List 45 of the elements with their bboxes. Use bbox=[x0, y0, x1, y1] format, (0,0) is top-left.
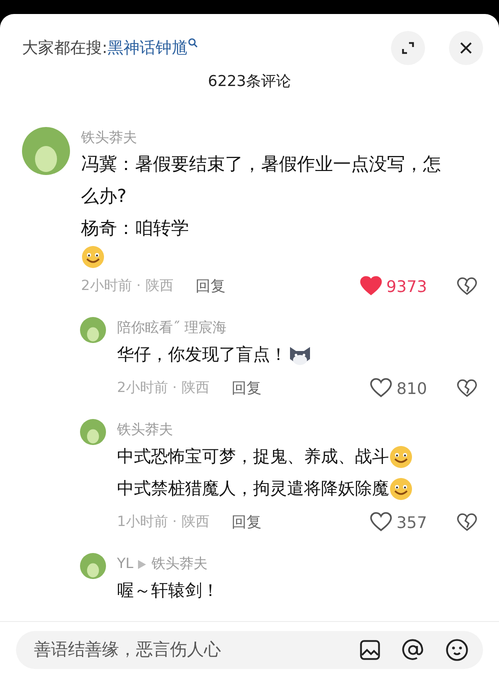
heart-icon bbox=[360, 276, 382, 296]
like-button[interactable]: 9373 bbox=[360, 276, 427, 296]
heart-icon bbox=[370, 378, 392, 398]
comment-field[interactable]: 善语结善缘，恶言伤人心 bbox=[16, 631, 483, 669]
comment-text: 华仔，你发现了盲点！ bbox=[117, 344, 287, 367]
smile-emoji-icon bbox=[81, 245, 105, 269]
emoji-icon[interactable] bbox=[445, 638, 469, 662]
reply-button[interactable]: 回复 bbox=[231, 378, 262, 398]
like-button[interactable]: 810 bbox=[370, 378, 427, 398]
comment-text: 中式禁桩猎魔人，拘灵遣将降妖除魔 bbox=[117, 478, 389, 501]
caret-icon bbox=[138, 560, 146, 568]
image-icon[interactable] bbox=[359, 639, 381, 661]
comment-input[interactable]: 善语结善缘，恶言伤人心 bbox=[32, 639, 339, 661]
comment-text: 冯冀：暑假要结束了，暑假作业一点没写，怎么办? bbox=[81, 153, 442, 209]
close-button[interactable] bbox=[449, 31, 483, 65]
dislike-button[interactable] bbox=[457, 512, 477, 532]
smile-emoji-icon bbox=[389, 477, 413, 501]
avatar bbox=[80, 419, 106, 445]
comment-text: 中式恐怖宝可梦，捉鬼、养成、战斗 bbox=[117, 446, 389, 469]
comment-count: 6223条评论 bbox=[208, 72, 292, 91]
search-label: 大家都在搜: bbox=[22, 38, 108, 58]
comment-text: 喔～轩辕剑！ bbox=[117, 580, 219, 603]
search-link[interactable]: 黑神话钟馗 bbox=[107, 38, 198, 58]
time-location: 1小时前 · 陕西 bbox=[117, 513, 210, 531]
broken-heart-icon bbox=[457, 512, 477, 532]
broken-heart-icon bbox=[457, 276, 477, 296]
avatar bbox=[22, 127, 70, 175]
avatar bbox=[80, 553, 106, 579]
like-button[interactable]: 357 bbox=[370, 512, 427, 532]
reply-button[interactable]: 回复 bbox=[195, 276, 226, 296]
expand-button[interactable] bbox=[391, 31, 425, 65]
mention-icon[interactable] bbox=[401, 638, 425, 662]
time-location: 2小时前 · 陕西 bbox=[81, 277, 174, 295]
expand-icon bbox=[401, 41, 415, 55]
dislike-button[interactable] bbox=[457, 378, 477, 398]
search-icon bbox=[188, 38, 198, 48]
broken-heart-icon bbox=[457, 378, 477, 398]
heart-icon bbox=[370, 512, 392, 532]
smile-emoji-icon bbox=[389, 445, 413, 469]
dislike-button[interactable] bbox=[457, 276, 477, 296]
reply-button[interactable]: 回复 bbox=[231, 512, 262, 532]
time-location: 2小时前 · 陕西 bbox=[117, 379, 210, 397]
close-icon bbox=[459, 41, 473, 55]
avatar bbox=[80, 317, 106, 343]
comment-text: 杨奇：咱转学 bbox=[81, 217, 189, 241]
